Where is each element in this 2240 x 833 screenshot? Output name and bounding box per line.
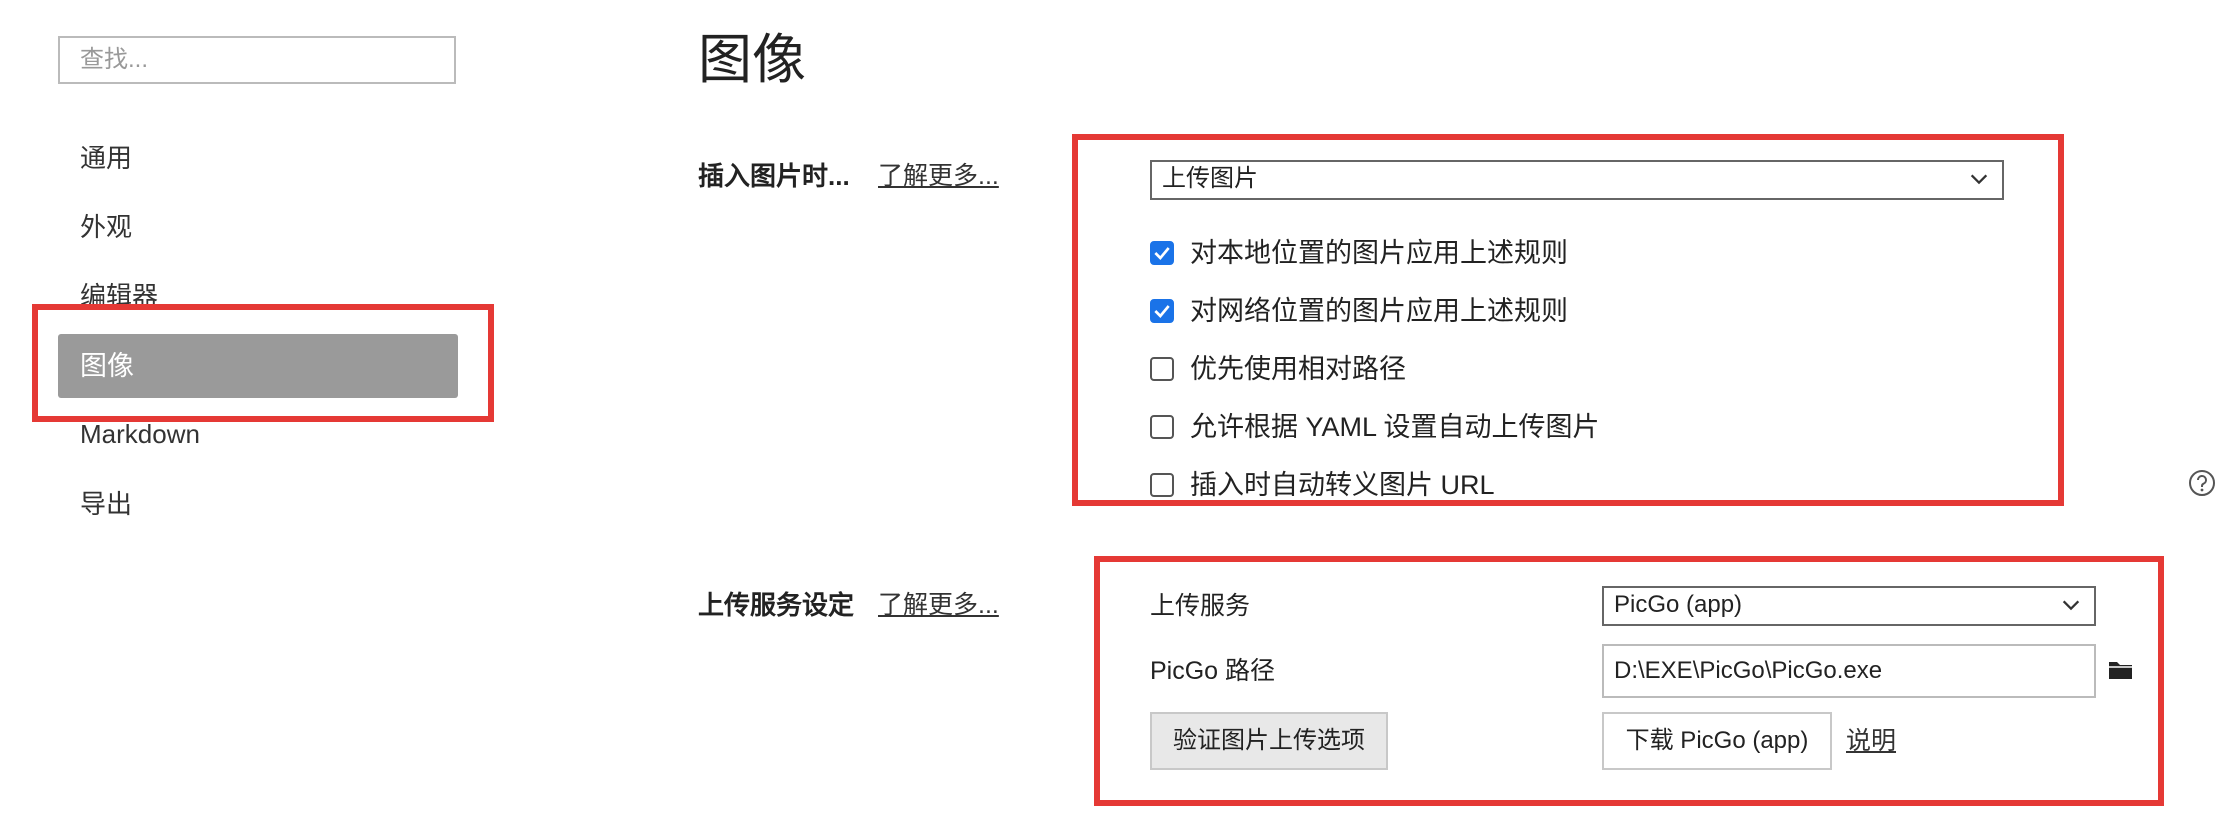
insert-section-label: 插入图片时... <box>698 161 850 191</box>
upload-learn-more-link[interactable]: 了解更多... <box>878 587 999 623</box>
question-circle-icon[interactable] <box>2188 469 2216 497</box>
page-title: 图像 <box>698 30 806 90</box>
upload-section-label: 上传服务设定 <box>698 590 855 620</box>
annotation-box-insert-options <box>1072 134 2064 506</box>
annotation-box-sidebar <box>32 304 494 422</box>
sidebar-item-appearance[interactable]: 外观 <box>80 209 132 245</box>
search-input[interactable]: 查找... <box>58 36 456 84</box>
insert-learn-more-link[interactable]: 了解更多... <box>878 158 999 194</box>
sidebar-item-export[interactable]: 导出 <box>80 486 132 522</box>
annotation-box-upload-service <box>1094 556 2164 806</box>
sidebar-item-general[interactable]: 通用 <box>80 140 132 176</box>
